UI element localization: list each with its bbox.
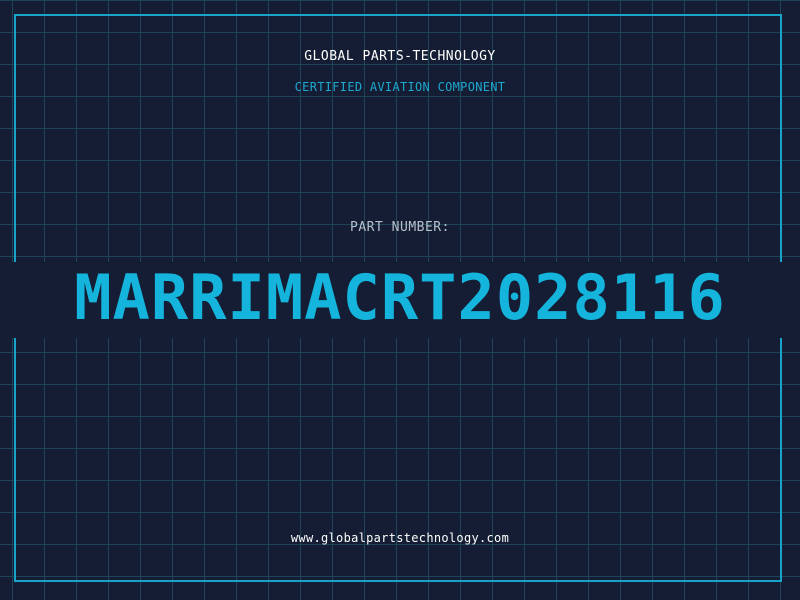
company-name: GLOBAL PARTS-TECHNOLOGY	[304, 49, 496, 64]
website-url: www.globalpartstechnology.com	[290, 531, 510, 545]
part-number-label: PART NUMBER:	[350, 220, 450, 235]
tagline: CERTIFIED AVIATION COMPONENT	[294, 80, 506, 94]
part-number-value: MARRIMACRT2028116	[74, 261, 726, 334]
